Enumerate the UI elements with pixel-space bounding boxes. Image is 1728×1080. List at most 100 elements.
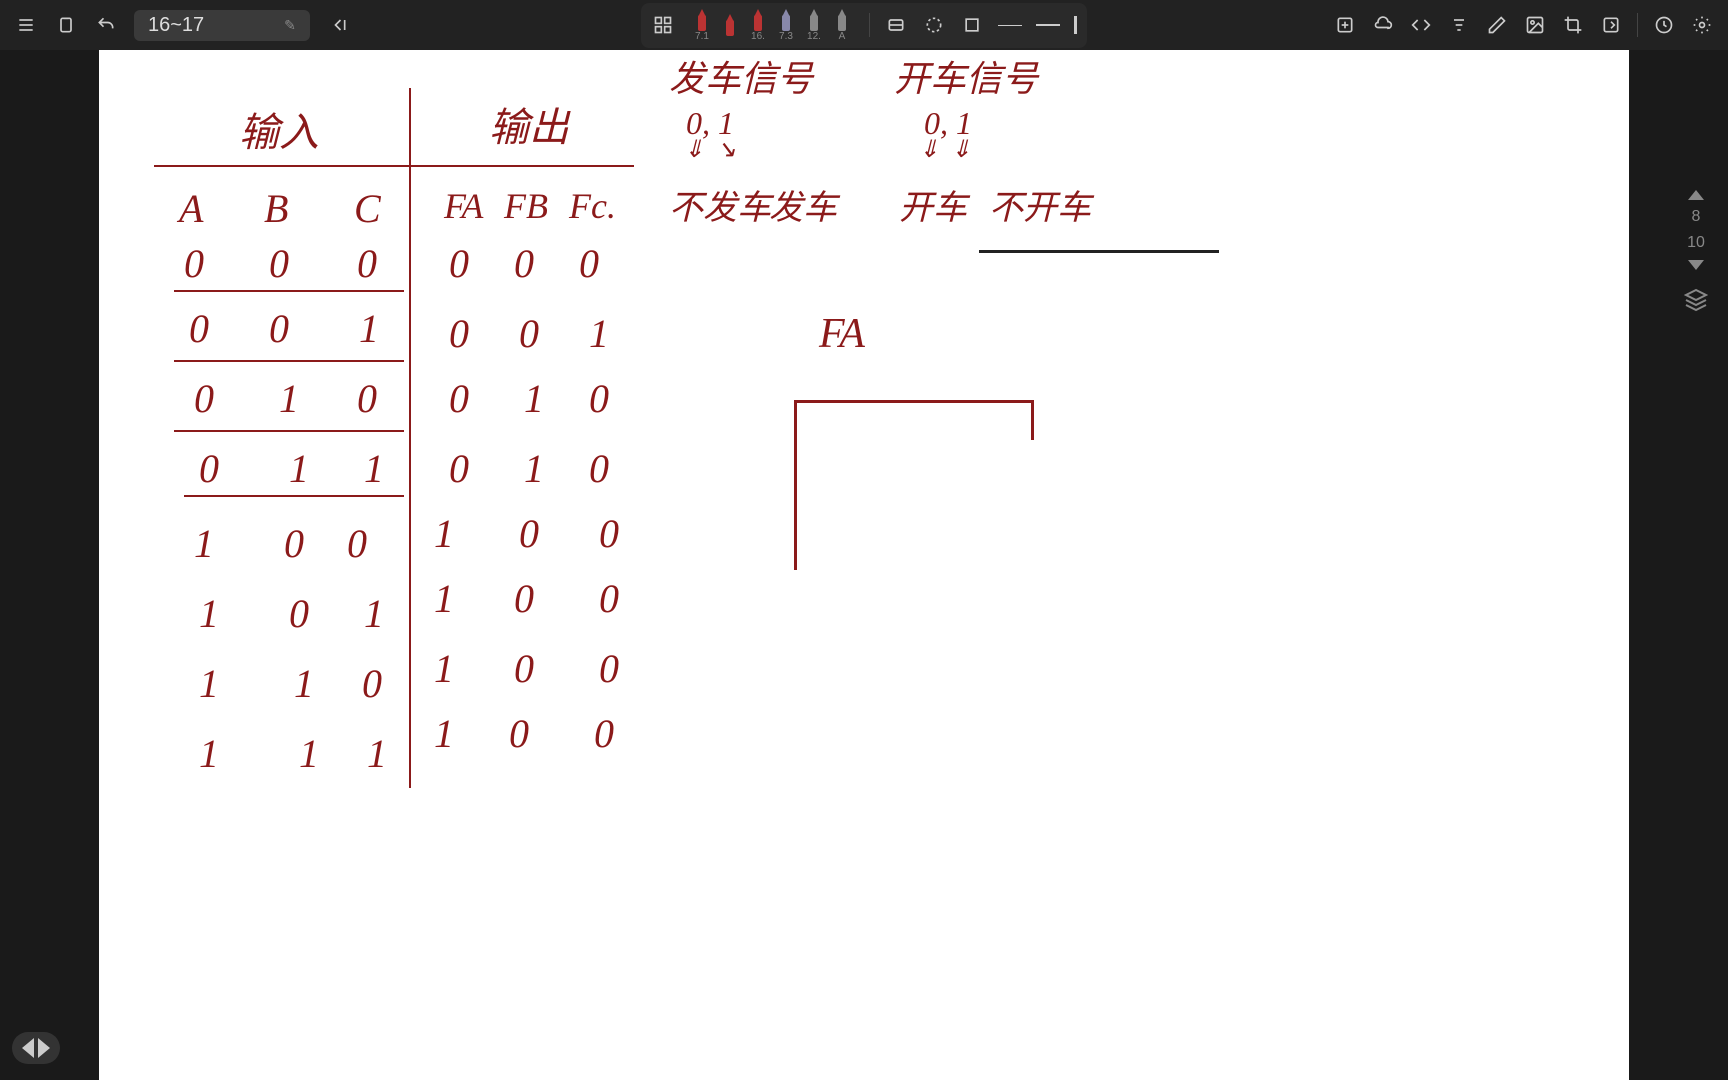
cell: 0	[599, 575, 619, 622]
pen-6[interactable]: A	[829, 7, 855, 44]
cell: 1	[299, 730, 319, 777]
note1-b: 发车	[769, 180, 837, 229]
cell: 0	[199, 445, 219, 492]
cell: 0	[189, 305, 209, 352]
pen-icon	[833, 9, 851, 31]
cell: 0	[579, 240, 599, 287]
note2-b: 不开车	[989, 180, 1091, 229]
add-page-button[interactable]	[1327, 7, 1363, 43]
collapse-left-button[interactable]	[320, 7, 356, 43]
cell: 0	[284, 520, 304, 567]
table-hline	[154, 165, 634, 167]
image-button[interactable]	[1517, 7, 1553, 43]
shape-button[interactable]	[954, 7, 990, 43]
page-range-text: 16~17	[148, 14, 204, 37]
cell: 0	[449, 445, 469, 492]
lasso-button[interactable]	[916, 7, 952, 43]
pen-2[interactable]	[717, 12, 743, 38]
cell: 0	[514, 575, 534, 622]
cell: 1	[194, 520, 214, 567]
cell: 1	[359, 305, 379, 352]
cell: 1	[434, 710, 454, 757]
cell: 1	[524, 445, 544, 492]
pen-5[interactable]: 12.	[801, 7, 827, 44]
cell: 0	[362, 660, 382, 707]
cell: 0	[269, 240, 289, 287]
col-FB: FB	[504, 185, 548, 227]
layers-button[interactable]	[1684, 288, 1708, 312]
cell: 1	[367, 730, 387, 777]
cell: 1	[294, 660, 314, 707]
cell: 1	[364, 590, 384, 637]
table-row-line	[174, 360, 404, 362]
cell: 0	[357, 240, 377, 287]
page-current: 8	[1692, 208, 1701, 226]
col-FA: FA	[444, 185, 483, 227]
cell: 0	[357, 375, 377, 422]
cell: 0	[599, 510, 619, 557]
stroke-thin[interactable]	[992, 19, 1028, 32]
code-button[interactable]	[1403, 7, 1439, 43]
next-button[interactable]	[38, 1038, 50, 1058]
grid-view-button[interactable]	[645, 7, 681, 43]
divider	[869, 13, 870, 37]
cell: 1	[199, 730, 219, 777]
pen-icon	[749, 9, 767, 31]
stroke-med[interactable]	[1030, 18, 1066, 32]
cell: 0	[449, 310, 469, 357]
menu-button[interactable]	[8, 7, 44, 43]
pen-3[interactable]: 16.	[745, 7, 771, 44]
table-row-line	[174, 430, 404, 432]
bracket-right	[1031, 400, 1034, 440]
table-row-line	[174, 290, 404, 292]
cell: 0	[509, 710, 529, 757]
page-range-chip[interactable]: 16~17 ✎	[134, 10, 310, 41]
cell: 0	[519, 310, 539, 357]
undo-button[interactable]	[88, 7, 124, 43]
whiteboard-page[interactable]: 输入 输出 A B C FA FB Fc. 0 0 0 0 0 0 0 0 1 …	[99, 50, 1629, 1080]
page-up-button[interactable]	[1688, 190, 1704, 200]
sort-button[interactable]	[1441, 7, 1477, 43]
page-down-button[interactable]	[1688, 260, 1704, 270]
cell: 1	[279, 375, 299, 422]
cell: 0	[589, 445, 609, 492]
cell: 0	[289, 590, 309, 637]
edit-icon: ✎	[284, 17, 296, 34]
pen-4[interactable]: 7.3	[773, 7, 799, 44]
crop-button[interactable]	[1555, 7, 1591, 43]
divider	[1637, 13, 1638, 37]
note2-title: 开车信号	[894, 50, 1038, 102]
cell: 1	[434, 510, 454, 557]
pen-1[interactable]: 7.1	[689, 7, 715, 44]
cell: 0	[519, 510, 539, 557]
side-page-nav: 8 10	[1676, 190, 1716, 312]
eraser-button[interactable]	[878, 7, 914, 43]
col-A: A	[179, 185, 203, 232]
cell: 1	[434, 645, 454, 692]
col-B: B	[264, 185, 288, 232]
note1-a: 不发车	[669, 180, 771, 229]
cell: 0	[347, 520, 367, 567]
clipboard-button[interactable]	[48, 7, 84, 43]
cell: 0	[269, 305, 289, 352]
page-total: 10	[1687, 234, 1705, 252]
fa-label: FA	[819, 310, 865, 358]
cell: 1	[589, 310, 609, 357]
pen-icon	[805, 9, 823, 31]
cell: 0	[194, 375, 214, 422]
cloud-button[interactable]	[1365, 7, 1401, 43]
cell: 0	[449, 375, 469, 422]
bottom-nav	[12, 1032, 60, 1064]
edit-button[interactable]	[1479, 7, 1515, 43]
stroke-vertical[interactable]	[1068, 10, 1083, 40]
prev-button[interactable]	[22, 1038, 34, 1058]
pen-icon	[777, 9, 795, 31]
clock-button[interactable]	[1646, 7, 1682, 43]
cell: 0	[589, 375, 609, 422]
settings-button[interactable]	[1684, 7, 1720, 43]
export-button[interactable]	[1593, 7, 1629, 43]
pen-group: 7.1 16. 7.3 12. A	[683, 7, 861, 44]
cell: 1	[364, 445, 384, 492]
arrow-down-icon: ⇓ ↘	[684, 135, 736, 164]
bracket-top	[794, 400, 1034, 403]
